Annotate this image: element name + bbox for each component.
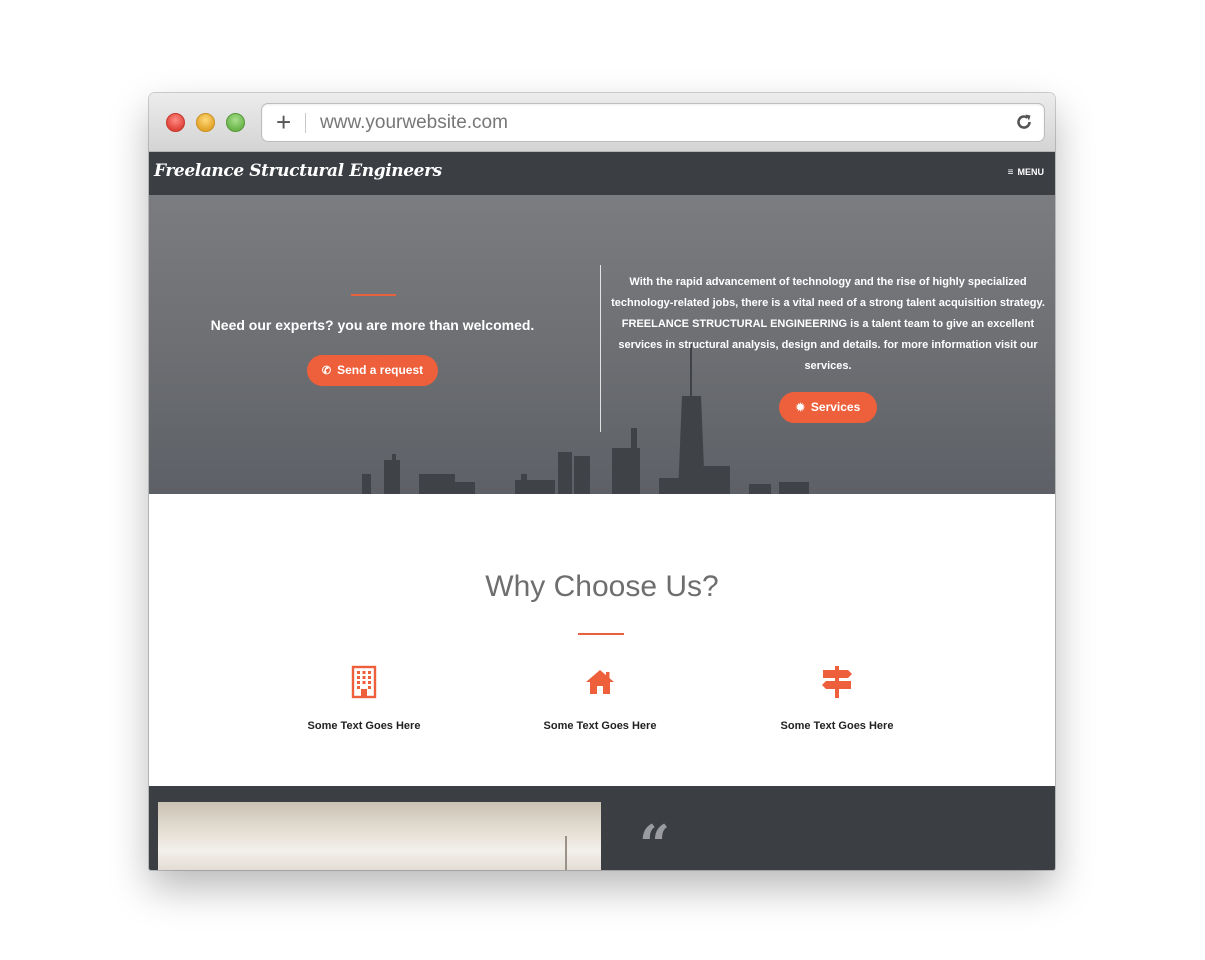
new-tab-plus-icon[interactable]: + — [276, 108, 291, 136]
hero-left-accent-line — [351, 294, 396, 296]
close-window-button[interactable] — [166, 113, 185, 132]
hamburger-icon: ≡ — [1007, 167, 1014, 178]
feature-text: Some Text Goes Here — [543, 720, 657, 732]
minimize-window-button[interactable] — [196, 113, 215, 132]
feature-item: Some Text Goes Here — [284, 664, 444, 732]
building-icon — [351, 665, 377, 699]
why-choose-us-section: Why Choose Us? Some Text Goes Here Some … — [149, 494, 1055, 786]
why-title: Why Choose Us? — [485, 570, 719, 603]
site-navbar: Freelance Structural Engineers ≡ MENU — [149, 152, 1055, 195]
gear-icon: ✹ — [795, 402, 805, 414]
address-bar-divider — [305, 113, 306, 133]
url-text[interactable]: www.yourwebsite.com — [320, 112, 508, 134]
signpost-icon — [822, 666, 852, 698]
hero-divider — [600, 265, 601, 432]
services-button[interactable]: ✹ Services — [779, 392, 877, 423]
feature-text: Some Text Goes Here — [307, 720, 421, 732]
site-brand[interactable]: Freelance Structural Engineers — [154, 161, 442, 181]
address-bar[interactable]: + www.yourwebsite.com — [261, 103, 1045, 142]
why-accent-line — [578, 633, 624, 635]
send-request-label: Send a request — [337, 363, 424, 377]
menu-label: MENU — [1017, 167, 1045, 177]
testimonial-photo — [158, 802, 601, 870]
feature-text: Some Text Goes Here — [780, 720, 894, 732]
reload-icon[interactable] — [1014, 112, 1034, 132]
hero-intro-text: With the rapid advancement of technology… — [611, 276, 1045, 372]
home-icon — [586, 670, 614, 694]
hero-left-heading: Need our experts? you are more than welc… — [210, 317, 535, 333]
feature-item: Some Text Goes Here — [757, 664, 917, 732]
send-request-button[interactable]: ✆ Send a request — [307, 355, 438, 386]
zoom-window-button[interactable] — [226, 113, 245, 132]
browser-window: + www.yourwebsite.com Freelance Structur… — [149, 93, 1055, 870]
menu-button[interactable]: ≡ MENU — [1008, 167, 1044, 178]
quote-left-icon: “ — [639, 813, 671, 870]
browser-toolbar: + www.yourwebsite.com — [149, 93, 1055, 152]
hero-section: Need our experts? you are more than welc… — [149, 195, 1055, 494]
services-label: Services — [810, 400, 861, 414]
testimonial-section: “ — [149, 786, 1055, 870]
feature-item: Some Text Goes Here — [520, 664, 680, 732]
phone-icon: ✆ — [321, 365, 332, 377]
